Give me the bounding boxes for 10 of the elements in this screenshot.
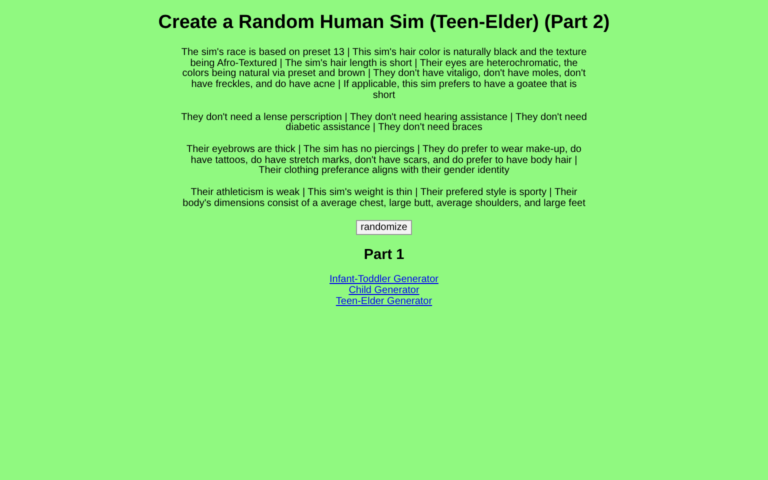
section-heading: Part 1 [364,247,404,264]
randomize-button[interactable]: randomize [356,220,412,236]
generator-link[interactable]: Infant-Toddler Generator [330,275,438,286]
description-paragraph: Their athleticism is weak | This sim's weight is thin | Their prefered style is sporty | Their body's dimensions consist of a average chest, large butt, average shoulders, and large feet [182,188,586,210]
generator-link[interactable]: Teen-Elder Generator [336,296,432,308]
page-title: Create a Random Human Sim (Teen-Elder) (Part 2) [158,12,610,34]
generator-link[interactable]: Child Generator [348,286,420,297]
description-paragraph: Their eyebrows are thick | The sim has no piercings | They do prefer to wear make-up, do have tattoos, do have stretch marks, don't have scars, and do prefer to have body hair | Their clothing preferance aligns with their gender identity [185,144,582,178]
description-paragraph: The sim's race is based on preset 13 | This sim's hair color is naturally black and the texture being Afro-Textured | The sim's hair length is short | Their eyes are heterochromatic, the colors being natural via preset and brown | They don't have vitaligo, don't have moles, don't have freckles, and do have acne | If applicable, this sim prefers to have a goatee that is short [181,48,587,102]
description-paragraph: They don't need a lense perscription | They don't need hearing assistance | They don't need diabetic assistance | They don't need braces [181,112,587,134]
